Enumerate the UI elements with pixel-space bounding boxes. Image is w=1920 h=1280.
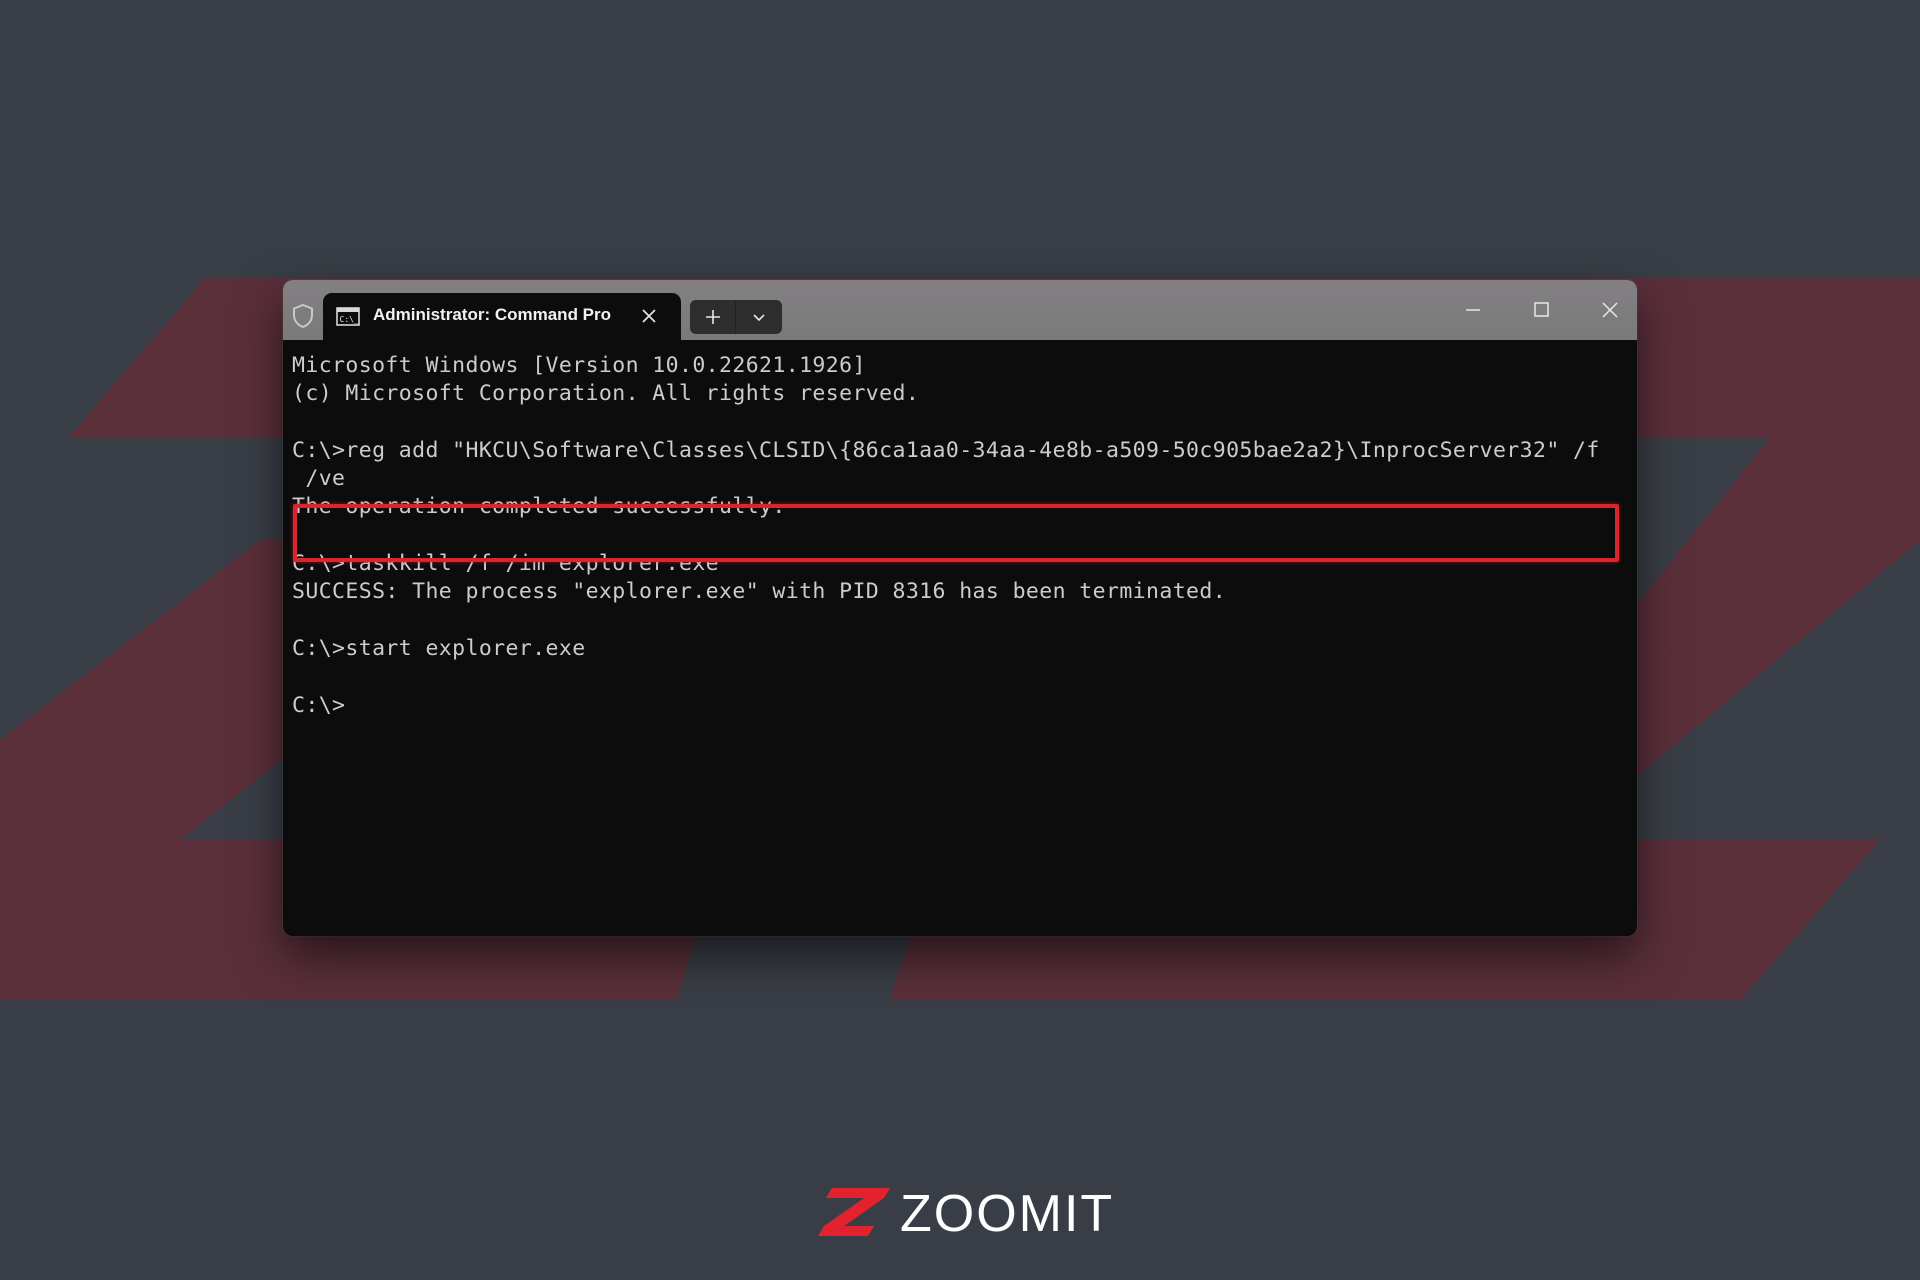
terminal-output[interactable]: Microsoft Windows [Version 10.0.22621.19… [292, 352, 1627, 936]
terminal-line-highlighted: C:\>reg add "HKCU\Software\Classes\CLSID… [292, 437, 1600, 463]
svg-text:C:\_: C:\_ [340, 315, 359, 324]
terminal-line: SUCCESS: The process "explorer.exe" with… [292, 579, 1227, 605]
terminal-line: C:\>start explorer.exe [292, 635, 586, 661]
terminal-line: Microsoft Windows [Version 10.0.22621.19… [292, 353, 866, 378]
chevron-down-icon [753, 314, 765, 322]
terminal-window: C:\_ Administrator: Command Pro Microsof… [283, 280, 1637, 936]
plus-icon [706, 310, 720, 324]
minimize-icon [1466, 309, 1480, 311]
new-tab-button[interactable] [690, 300, 736, 334]
command-prompt-icon: C:\_ [336, 307, 360, 326]
new-tab-group [690, 300, 782, 334]
shield-icon [293, 303, 313, 329]
logo-text: ZOOMIT [900, 1185, 1115, 1243]
minimize-button[interactable] [1451, 292, 1495, 328]
terminal-prompt: C:\> [292, 692, 346, 718]
tab-close-icon[interactable] [639, 306, 659, 326]
zoomit-z-mark-icon [818, 1188, 890, 1236]
tab-title: Administrator: Command Pro [373, 305, 612, 324]
close-icon [1602, 302, 1618, 318]
terminal-line: C:\>taskkill /f /im explorer.exe [292, 551, 720, 577]
terminal-line: (c) Microsoft Corporation. All rights re… [292, 381, 920, 407]
maximize-button[interactable] [1519, 292, 1563, 328]
maximize-icon [1534, 302, 1549, 317]
close-button[interactable] [1588, 292, 1632, 328]
terminal-line: The operation completed successfully. [292, 494, 786, 520]
title-bar[interactable]: C:\_ Administrator: Command Pro [283, 280, 1637, 340]
tab-command-prompt[interactable]: C:\_ Administrator: Command Pro [323, 293, 681, 340]
terminal-line-highlighted: /ve [292, 466, 346, 492]
tab-dropdown-button[interactable] [736, 300, 782, 334]
